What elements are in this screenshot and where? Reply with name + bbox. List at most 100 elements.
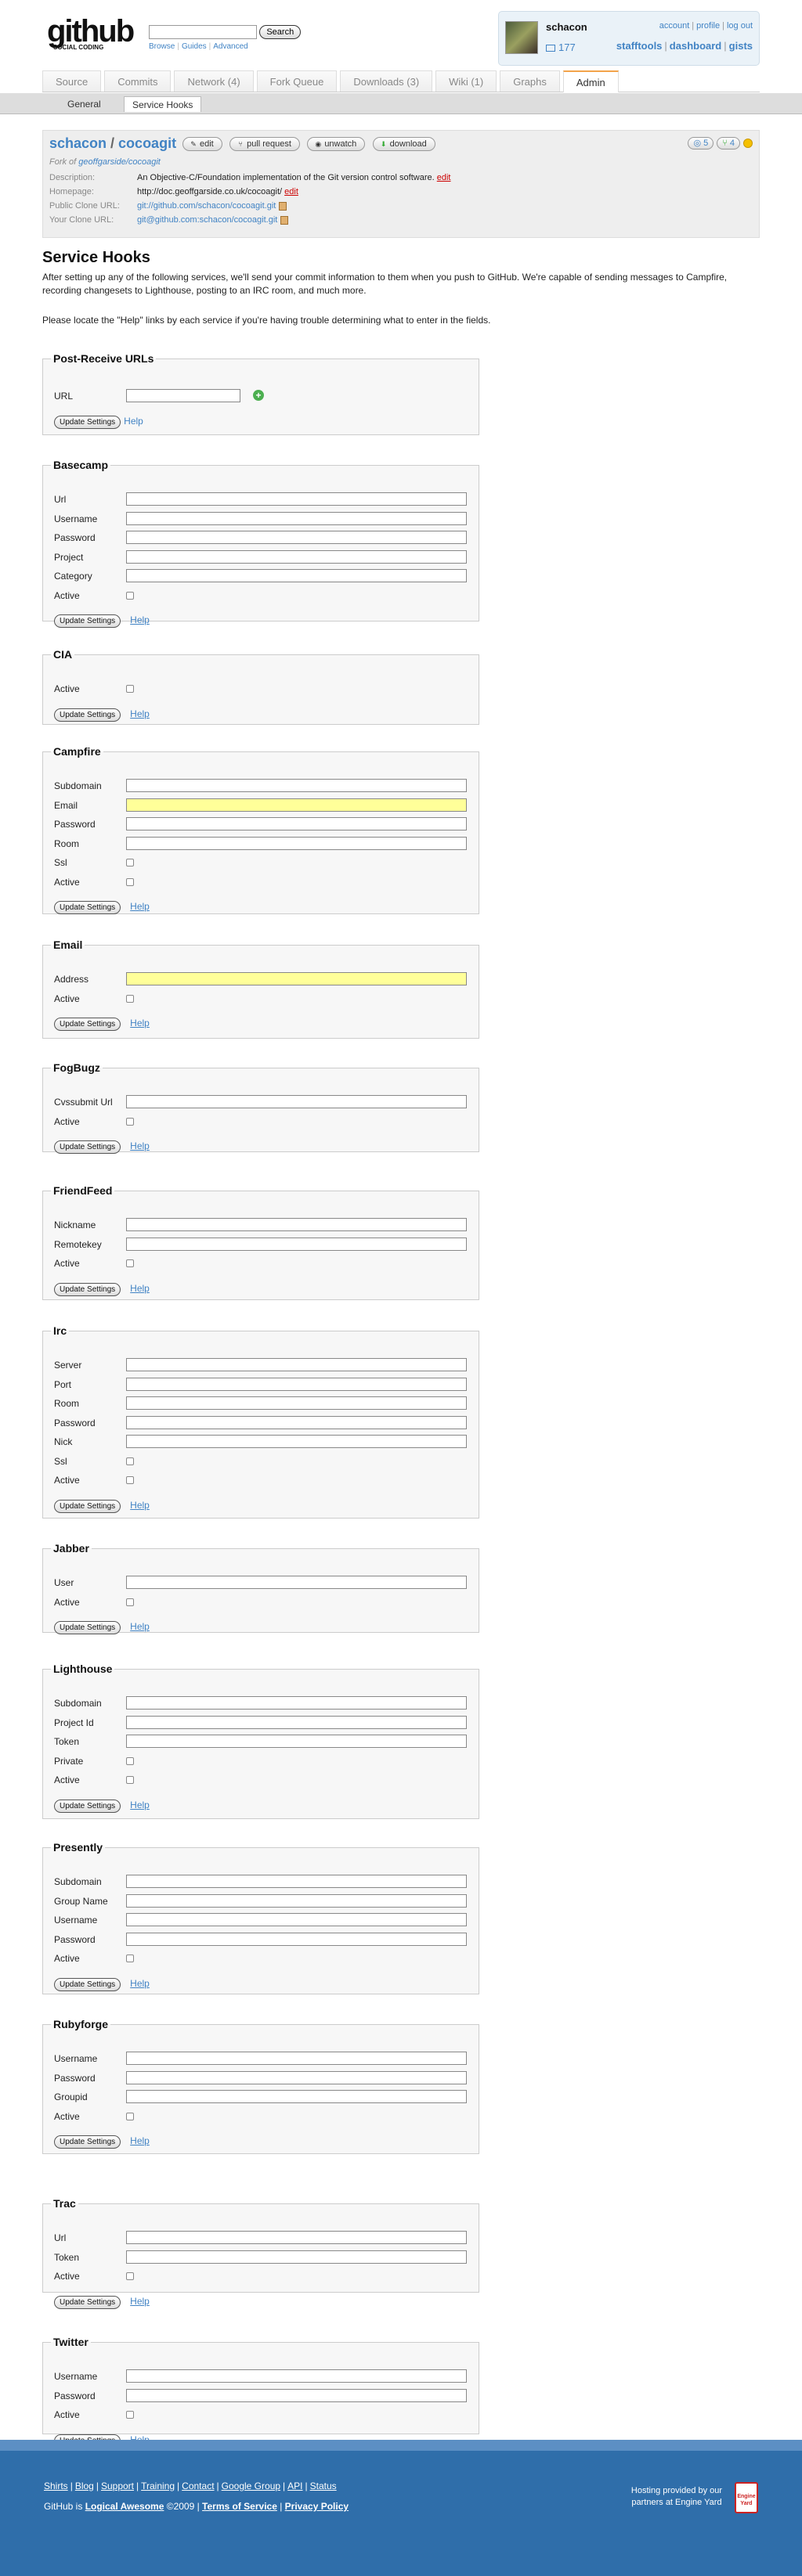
- active-checkbox[interactable]: [126, 1776, 134, 1784]
- footer-link-shirts[interactable]: Shirts: [44, 2481, 68, 2491]
- watchers-count[interactable]: ◎ 5: [688, 137, 714, 150]
- update-settings-button[interactable]: Update Settings: [54, 614, 121, 628]
- username[interactable]: schacon: [546, 21, 587, 33]
- tab-admin[interactable]: Admin: [562, 70, 619, 92]
- server-field[interactable]: [126, 1358, 467, 1371]
- help-link[interactable]: Help: [130, 614, 150, 625]
- privacy-link[interactable]: Privacy Policy: [285, 2501, 349, 2512]
- subdomain-field[interactable]: [126, 1696, 467, 1710]
- tab-network[interactable]: Network (4): [174, 70, 254, 92]
- help-link[interactable]: Help: [130, 2135, 150, 2146]
- active-checkbox[interactable]: [126, 2112, 134, 2120]
- password-field[interactable]: [126, 2070, 467, 2084]
- private-checkbox[interactable]: [126, 1756, 134, 1765]
- stafftools-link[interactable]: stafftools: [616, 40, 663, 52]
- username-field[interactable]: [126, 2369, 467, 2383]
- username-field[interactable]: [126, 511, 467, 525]
- help-link[interactable]: Help: [130, 901, 150, 912]
- active-checkbox[interactable]: [126, 1955, 134, 1962]
- clipboard-icon[interactable]: [279, 201, 287, 211]
- clipboard-icon[interactable]: [280, 215, 289, 225]
- help-link[interactable]: Help: [130, 1018, 150, 1029]
- active-checkbox[interactable]: [126, 685, 134, 693]
- profile-link[interactable]: profile: [696, 21, 720, 31]
- active-checkbox[interactable]: [126, 2272, 134, 2280]
- help-link[interactable]: Help: [130, 1978, 150, 1989]
- update-settings-button[interactable]: Update Settings: [54, 2135, 121, 2149]
- gists-link[interactable]: gists: [729, 40, 753, 52]
- room-field[interactable]: [126, 836, 467, 850]
- homepage-edit-link[interactable]: edit: [284, 187, 298, 196]
- nick-field[interactable]: [126, 1435, 467, 1448]
- footer-link-status[interactable]: Status: [310, 2481, 337, 2491]
- repo-name-link[interactable]: cocoagit: [118, 135, 176, 151]
- update-settings-button[interactable]: Update Settings: [54, 1282, 121, 1296]
- nickname-field[interactable]: [126, 1218, 467, 1231]
- help-link[interactable]: Help: [130, 1283, 150, 1294]
- guides-link[interactable]: Guides: [182, 42, 207, 51]
- category-field[interactable]: [126, 569, 467, 582]
- help-link[interactable]: Help: [130, 1800, 150, 1810]
- help-link[interactable]: Help: [124, 416, 143, 427]
- remotekey-field[interactable]: [126, 1237, 467, 1251]
- subdomain-field[interactable]: [126, 779, 467, 792]
- tab-graphs[interactable]: Graphs: [500, 70, 560, 92]
- update-settings-button[interactable]: Update Settings: [54, 1018, 121, 1031]
- subtab-service-hooks[interactable]: Service Hooks: [124, 96, 202, 112]
- tab-commits[interactable]: Commits: [104, 70, 172, 92]
- password-field[interactable]: [126, 817, 467, 830]
- repo-owner-link[interactable]: schacon: [49, 135, 107, 151]
- subtab-general[interactable]: General: [60, 96, 109, 112]
- username-field[interactable]: [126, 1913, 467, 1926]
- username-field[interactable]: [126, 2052, 467, 2065]
- update-settings-button[interactable]: Update Settings: [54, 901, 121, 914]
- account-link[interactable]: account: [659, 21, 690, 31]
- active-checkbox[interactable]: [126, 994, 134, 1003]
- add-url-icon[interactable]: +: [253, 390, 264, 401]
- download-button[interactable]: ⬇ download: [372, 137, 435, 151]
- active-checkbox[interactable]: [126, 1476, 134, 1484]
- advanced-link[interactable]: Advanced: [213, 42, 247, 51]
- project-field[interactable]: [126, 549, 467, 564]
- update-settings-button[interactable]: Update Settings: [54, 1621, 121, 1634]
- help-link[interactable]: Help: [130, 1140, 150, 1151]
- user-field[interactable]: [126, 1576, 467, 1589]
- update-settings-button[interactable]: Update Settings: [54, 1799, 121, 1813]
- footer-link-google-group[interactable]: Google Group: [222, 2481, 280, 2491]
- update-settings-button[interactable]: Update Settings: [54, 415, 121, 429]
- update-settings-button[interactable]: Update Settings: [54, 708, 121, 722]
- url-field[interactable]: [126, 2231, 467, 2244]
- logical-awesome-link[interactable]: Logical Awesome: [85, 2501, 164, 2512]
- engine-yard-logo[interactable]: Engine Yard: [735, 2482, 758, 2513]
- token-field[interactable]: [126, 1735, 467, 1748]
- update-settings-button[interactable]: Update Settings: [54, 1140, 121, 1154]
- groupid-field[interactable]: [126, 2090, 467, 2103]
- active-checkbox[interactable]: [126, 1598, 134, 1606]
- room-field[interactable]: [126, 1396, 467, 1410]
- your-clone-url[interactable]: git@github.com:schacon/cocoagit.git: [137, 215, 277, 225]
- tab-source[interactable]: Source: [42, 70, 102, 92]
- password-field[interactable]: [126, 2388, 467, 2402]
- fork-parent-link[interactable]: geoffgarside/cocoagit: [78, 157, 161, 167]
- url-field[interactable]: [126, 492, 467, 506]
- search-input[interactable]: [149, 25, 257, 39]
- email-field[interactable]: [126, 798, 467, 812]
- footer-link-training[interactable]: Training: [141, 2481, 175, 2491]
- active-checkbox[interactable]: [126, 591, 134, 600]
- port-field[interactable]: [126, 1377, 467, 1391]
- help-link[interactable]: Help: [130, 2296, 150, 2307]
- dashboard-link[interactable]: dashboard: [670, 40, 721, 52]
- messages-link[interactable]: 177: [546, 41, 576, 53]
- unwatch-button[interactable]: ◉ unwatch: [307, 137, 366, 151]
- forks-count[interactable]: ⑂ 4: [717, 137, 740, 150]
- edit-button[interactable]: ✎ edit: [182, 137, 222, 151]
- description-edit-link[interactable]: edit: [437, 173, 451, 182]
- subdomain-field[interactable]: [126, 1875, 467, 1888]
- update-settings-button[interactable]: Update Settings: [54, 1499, 121, 1513]
- help-link[interactable]: Help: [130, 1621, 150, 1632]
- ssl-checkbox[interactable]: [126, 859, 134, 866]
- active-checkbox[interactable]: [126, 1259, 134, 1267]
- tab-wiki[interactable]: Wiki (1): [435, 70, 497, 92]
- ssl-checkbox[interactable]: [126, 1457, 134, 1465]
- public-clone-url[interactable]: git://github.com/schacon/cocoagit.git: [137, 201, 276, 211]
